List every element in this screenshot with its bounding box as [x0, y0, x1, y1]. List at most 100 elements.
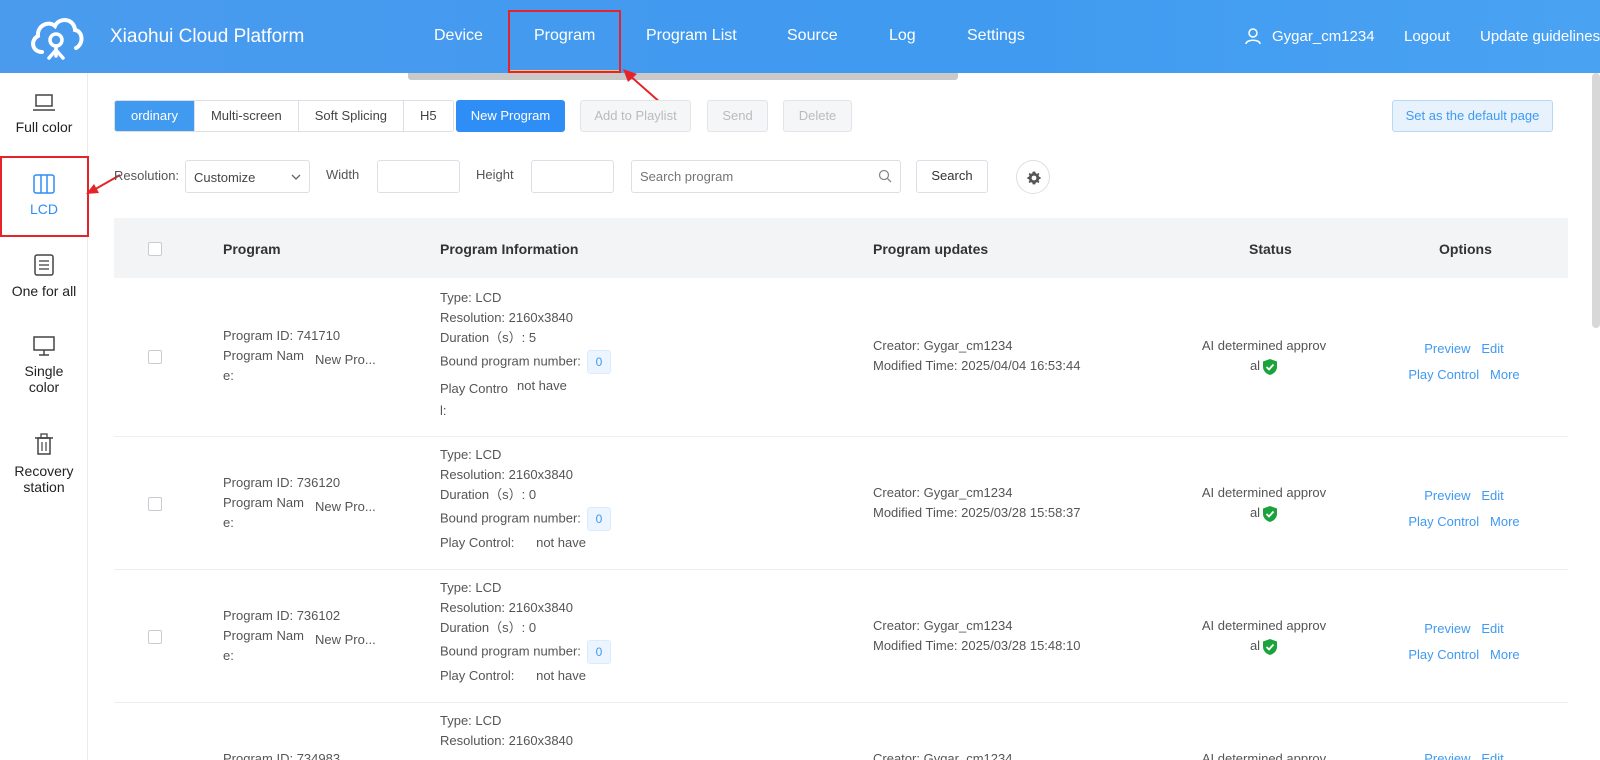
height-input[interactable]: [531, 160, 614, 193]
bound-count-badge[interactable]: 0: [586, 640, 611, 664]
duration-label: Duration（s）:: [440, 330, 526, 345]
search-input[interactable]: [631, 160, 901, 193]
duration-value: 5: [528, 330, 537, 345]
vertical-scrollbar[interactable]: [1592, 73, 1600, 328]
more-link[interactable]: More: [1490, 367, 1520, 382]
bound-label: Bound program number:: [440, 643, 581, 659]
settings-button[interactable]: [1016, 160, 1050, 194]
status-text-cont: al: [1249, 505, 1261, 520]
play-control-label: Play Contro: [440, 381, 508, 396]
nav-settings[interactable]: Settings: [967, 27, 1025, 45]
sidebar-item-label: Single color: [24, 363, 64, 395]
resolution-value: 2160x3840: [508, 600, 574, 615]
row-checkbox[interactable]: [148, 350, 162, 364]
tab-soft-splicing[interactable]: Soft Splicing: [298, 101, 405, 131]
preview-link[interactable]: Preview: [1424, 751, 1470, 760]
duration-label: Duration（s）:: [440, 620, 526, 635]
bound-count-badge[interactable]: 0: [586, 350, 611, 374]
list-icon: [34, 254, 54, 276]
column-header-options: Options: [1439, 241, 1492, 257]
height-label: Height: [476, 167, 514, 182]
program-name-label: Program Nam: [223, 628, 304, 643]
annotation-box-program: [508, 10, 621, 73]
status-text: AI determined approv: [1201, 751, 1327, 760]
user-icon: [1245, 28, 1261, 45]
status-cell: AI determined approv al: [1194, 616, 1334, 656]
modified-label: Modified Time:: [873, 358, 958, 373]
type-label: Type:: [440, 580, 472, 595]
status-text-cont: al: [1249, 638, 1261, 653]
edit-link[interactable]: Edit: [1481, 341, 1503, 356]
preview-link[interactable]: Preview: [1424, 488, 1470, 503]
type-value: LCD: [475, 290, 502, 305]
play-control-value: not have: [517, 378, 567, 393]
user-name[interactable]: Gygar_cm1234: [1272, 28, 1375, 45]
send-button[interactable]: Send: [707, 100, 768, 132]
select-all-checkbox[interactable]: [148, 242, 162, 256]
nav-device[interactable]: Device: [434, 27, 483, 45]
resolution-label: Resolution:: [440, 733, 506, 748]
preview-link[interactable]: Preview: [1424, 341, 1470, 356]
program-info-cell: Type: LCD Resolution: 2160x3840 Duration…: [440, 578, 700, 686]
play-control-link[interactable]: Play Control: [1408, 514, 1479, 529]
play-control-link[interactable]: Play Control: [1408, 367, 1479, 382]
play-control-value: not have: [536, 535, 586, 550]
play-control-link[interactable]: Play Control: [1408, 647, 1479, 662]
program-updates-cell: Creator: Gygar_cm1234 Modified Time: 202…: [873, 483, 1173, 523]
width-input[interactable]: [377, 160, 460, 193]
program-info-cell: Type: LCD Resolution: 2160x3840: [440, 711, 700, 751]
search-button[interactable]: Search: [916, 160, 988, 193]
delete-button[interactable]: Delete: [783, 100, 852, 132]
sidebar-item-single-color[interactable]: Single color: [0, 335, 88, 395]
new-program-button[interactable]: New Program: [456, 100, 565, 132]
edit-link[interactable]: Edit: [1481, 488, 1503, 503]
add-to-playlist-button[interactable]: Add to Playlist: [580, 100, 691, 132]
program-id: 736120: [296, 475, 341, 490]
sidebar-item-full-color[interactable]: Full color: [0, 93, 88, 135]
status-cell: AI determined approv: [1194, 749, 1334, 760]
program-updates-cell: Creator: Gygar_cm1234 Modified Time: 202…: [873, 336, 1173, 376]
modified-value: 2025/03/28 15:58:37: [961, 505, 1081, 520]
sidebar-item-label: One for all: [11, 283, 77, 299]
sidebar-item-recovery-station[interactable]: Recovery station: [0, 433, 88, 495]
nav-source[interactable]: Source: [787, 27, 838, 45]
creator-value: Gygar_cm1234: [923, 338, 1013, 353]
more-link[interactable]: More: [1490, 514, 1520, 529]
status-text: AI determined approv: [1201, 338, 1327, 353]
creator-label: Creator:: [873, 751, 920, 760]
edit-link[interactable]: Edit: [1481, 751, 1503, 760]
tab-multi-screen[interactable]: Multi-screen: [194, 101, 299, 131]
table-row: Program ID: 736120 Program Nam e: New Pr…: [114, 437, 1568, 570]
tab-ordinary[interactable]: ordinary: [115, 101, 195, 131]
row-checkbox[interactable]: [148, 497, 162, 511]
chevron-down-icon: [291, 174, 301, 180]
bound-count-badge[interactable]: 0: [586, 507, 611, 531]
program-name-label-cont: e:: [223, 515, 234, 530]
row-checkbox[interactable]: [148, 630, 162, 644]
resolution-select[interactable]: Customize: [185, 160, 310, 193]
sidebar-item-one-for-all[interactable]: One for all: [0, 253, 88, 299]
program-cell: Program ID: 736120 Program Nam e: New Pr…: [223, 473, 393, 533]
table-row: Program ID: 736102 Program Nam e: New Pr…: [114, 570, 1568, 703]
program-id: 736102: [296, 608, 341, 623]
resolution-label: Resolution:: [440, 310, 506, 325]
creator-label: Creator:: [873, 485, 920, 500]
shield-check-icon: [1263, 505, 1278, 522]
logout-link[interactable]: Logout: [1404, 28, 1450, 45]
status-text: AI determined approv: [1201, 485, 1327, 500]
shield-check-icon: [1263, 638, 1278, 655]
set-default-page-button[interactable]: Set as the default page: [1392, 100, 1553, 132]
nav-log[interactable]: Log: [889, 27, 916, 45]
horizontal-scrollbar[interactable]: [408, 73, 958, 80]
program-name: New Pro...: [315, 499, 376, 514]
edit-link[interactable]: Edit: [1481, 621, 1503, 636]
more-link[interactable]: More: [1490, 647, 1520, 662]
update-guidelines-link[interactable]: Update guidelines: [1480, 28, 1600, 45]
tab-h5[interactable]: H5: [404, 101, 453, 131]
table-row: Program ID: 741710 Program Nam e: New Pr…: [114, 278, 1568, 437]
status-cell: AI determined approv al: [1194, 336, 1334, 376]
nav-program-list[interactable]: Program List: [646, 27, 737, 45]
gear-icon: [1027, 171, 1041, 185]
preview-link[interactable]: Preview: [1424, 621, 1470, 636]
program-name: New Pro...: [315, 352, 376, 367]
